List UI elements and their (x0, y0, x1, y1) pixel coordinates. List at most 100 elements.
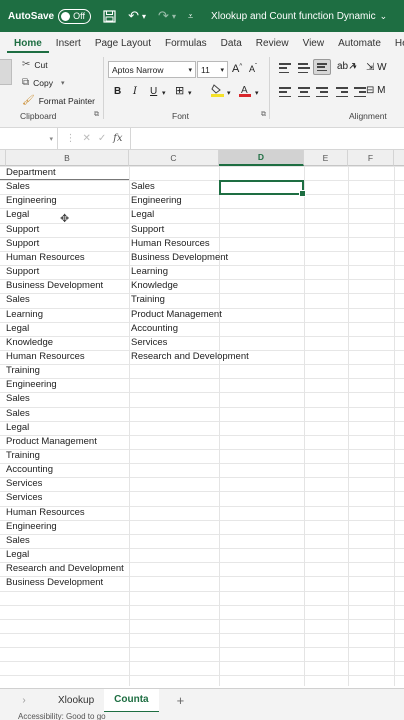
undo-dropdown-icon[interactable]: ▾ (142, 12, 146, 21)
tab-automate[interactable]: Automate (331, 38, 388, 53)
cell-b[interactable]: Knowledge (0, 336, 129, 350)
cell-b[interactable]: Accounting (0, 463, 129, 477)
cell-b[interactable]: Engineering (0, 378, 129, 392)
bottom-align-icon[interactable] (313, 59, 331, 75)
cancel-icon[interactable]: ✕ (82, 133, 90, 144)
chevron-down-icon[interactable]: ▾ (188, 89, 192, 97)
cell-b[interactable]: Product Management (0, 435, 129, 449)
tab-formulas[interactable]: Formulas (158, 38, 214, 53)
add-sheet-icon[interactable]: + (177, 693, 185, 708)
cell-c[interactable]: Research and Development (129, 350, 259, 364)
column-header-d[interactable]: D (219, 150, 304, 166)
column-header-b[interactable]: B (6, 150, 129, 166)
header-cell-department[interactable]: Department (0, 166, 129, 180)
tab-file[interactable] (0, 38, 7, 53)
cell-b[interactable]: Business Development (0, 279, 129, 293)
tab-page-layout[interactable]: Page Layout (88, 38, 158, 53)
sheet-tab-counta[interactable]: Counta (104, 688, 159, 713)
chevron-down-icon[interactable]: ▾ (255, 89, 259, 97)
cell-c[interactable]: Business Development (129, 251, 259, 265)
sheet-scroll-right-icon[interactable]: › (0, 695, 48, 706)
cell-c[interactable]: Services (129, 336, 259, 350)
cell-c[interactable]: Legal (129, 208, 259, 222)
font-name-select[interactable]: Aptos Narrow ▾ (108, 61, 196, 78)
cell-b[interactable]: Research and Development (0, 562, 129, 576)
align-right-icon[interactable] (316, 87, 328, 97)
cell-c[interactable]: Product Management (129, 308, 259, 322)
column-header-g[interactable] (394, 150, 404, 166)
cell-b[interactable]: Learning (0, 308, 129, 322)
middle-align-icon[interactable] (298, 63, 310, 73)
cell-b[interactable]: Support (0, 265, 129, 279)
cell-b[interactable]: Sales (0, 534, 129, 548)
tab-view[interactable]: View (296, 38, 332, 53)
active-cell-d2[interactable] (219, 180, 306, 197)
cell-c[interactable]: Knowledge (129, 279, 259, 293)
tab-help[interactable]: Help (388, 38, 404, 53)
cell-b[interactable]: Sales (0, 180, 129, 194)
save-icon[interactable] (103, 9, 116, 23)
insert-function-icon[interactable]: fx (113, 133, 122, 144)
cell-b[interactable]: Sales (0, 392, 129, 406)
cell-c[interactable]: Training (129, 293, 259, 307)
fill-color-icon[interactable] (211, 83, 224, 100)
enter-icon[interactable]: ✓ (98, 133, 106, 144)
cell-b[interactable]: Human Resources (0, 251, 129, 265)
decrease-font-icon[interactable]: Aˇ (249, 64, 257, 74)
cell-c[interactable]: Engineering (129, 194, 259, 208)
column-header-e[interactable]: E (304, 150, 348, 166)
cell-b[interactable]: Sales (0, 407, 129, 421)
chevron-down-icon[interactable]: ▾ (227, 89, 231, 97)
font-size-select[interactable]: 11 ▾ (197, 61, 228, 78)
cell-b[interactable]: Engineering (0, 520, 129, 534)
name-box[interactable]: ▾ (0, 128, 58, 149)
top-align-icon[interactable] (279, 63, 291, 73)
cell-c[interactable]: Learning (129, 265, 259, 279)
sheet-tab-xlookup[interactable]: Xlookup (48, 689, 104, 713)
underline-button[interactable]: U (150, 86, 157, 97)
cell-b[interactable]: Business Development (0, 576, 129, 590)
cell-b[interactable]: Services (0, 491, 129, 505)
cell-b[interactable]: Sales (0, 293, 129, 307)
cut-button[interactable]: ✂ Cut (22, 59, 48, 70)
font-color-icon[interactable]: A (239, 83, 251, 100)
cell-b[interactable]: Legal (0, 421, 129, 435)
cell-b[interactable]: Human Resources (0, 506, 129, 520)
chevron-down-icon[interactable]: ▾ (353, 63, 357, 71)
cell-b[interactable]: Services (0, 477, 129, 491)
wrap-text-button[interactable]: ⇲ W (366, 62, 387, 73)
formula-input[interactable] (130, 128, 404, 149)
merge-center-button[interactable]: ⊟ M (366, 85, 386, 96)
clipboard-launcher-icon[interactable]: ⧉ (94, 111, 99, 119)
cell-c[interactable]: Support (129, 223, 259, 237)
decrease-indent-icon[interactable] (336, 87, 348, 97)
customize-toolbar-icon[interactable]: ⩡ (188, 11, 193, 22)
tab-insert[interactable]: Insert (49, 38, 88, 53)
tab-data[interactable]: Data (214, 38, 249, 53)
cell-c[interactable]: Human Resources (129, 237, 259, 251)
cell-b[interactable]: Human Resources (0, 350, 129, 364)
align-left-icon[interactable] (279, 87, 291, 97)
cell-b[interactable]: Engineering (0, 194, 129, 208)
increase-font-icon[interactable]: A^ (232, 63, 242, 75)
cell-b[interactable]: Legal (0, 322, 129, 336)
redo-dropdown-icon[interactable]: ▾ (172, 12, 176, 21)
column-header-f[interactable]: F (348, 150, 394, 166)
font-launcher-icon[interactable]: ⧉ (261, 111, 266, 119)
redo-icon[interactable]: ↷ (158, 8, 169, 24)
cell-b[interactable]: Training (0, 449, 129, 463)
tab-home[interactable]: Home (7, 38, 49, 53)
document-title[interactable]: Xlookup and Count function Dynamic ⌄ (211, 11, 387, 22)
copy-button[interactable]: ⧉ Copy ▾ (22, 77, 65, 88)
align-center-icon[interactable] (298, 87, 310, 97)
cell-c[interactable]: Accounting (129, 322, 259, 336)
autosave-toggle[interactable]: Off (58, 8, 92, 24)
italic-button[interactable]: I (133, 86, 137, 97)
paste-button[interactable] (0, 59, 12, 85)
increase-indent-icon[interactable] (354, 87, 366, 97)
borders-icon[interactable]: ⊞ (175, 84, 184, 97)
column-header-c[interactable]: C (129, 150, 219, 166)
tab-review[interactable]: Review (249, 38, 296, 53)
undo-icon[interactable]: ↶ (128, 8, 139, 24)
format-painter-button[interactable]: 🖌 Format Painter (22, 95, 95, 106)
